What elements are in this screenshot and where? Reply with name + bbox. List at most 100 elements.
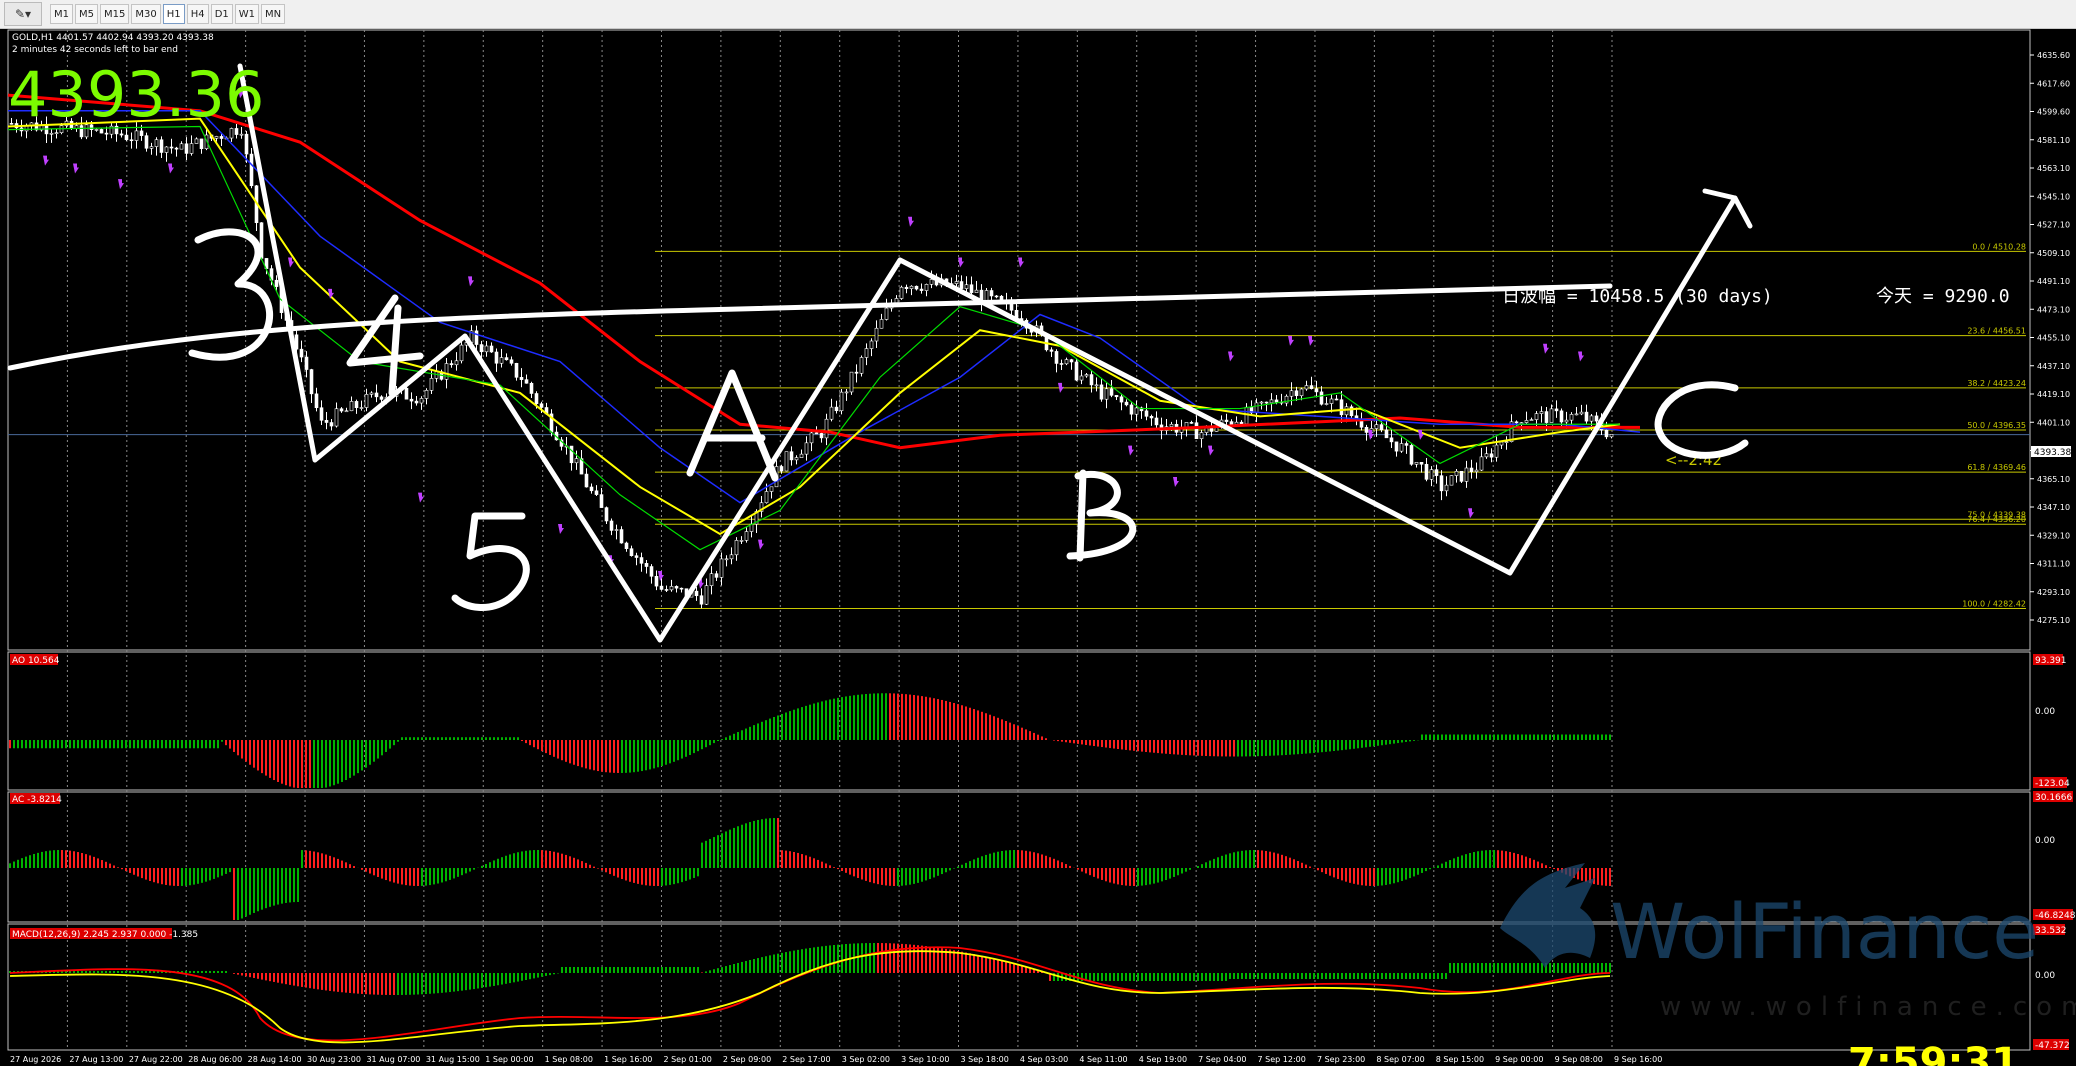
candle-body [724,558,729,561]
candle-body [744,531,749,541]
candle-body [954,281,959,284]
line-tool-icon: ✎▾ [14,7,32,21]
candle-body [784,451,789,472]
candle-body [519,377,524,380]
chart-area[interactable]: 0.0 / 4510.28 23.6 / 4456.51 38.2 / 4423.2… [0,28,2076,1066]
candle-body [504,357,509,361]
timeframe-m15[interactable]: M15 [100,4,130,24]
candle-body [804,442,809,455]
candle-body [1429,469,1434,480]
candle-body [624,542,629,549]
price-label: 4401.10 [2037,418,2070,427]
price-label: 4365.10 [2037,475,2070,484]
candle-body [669,586,674,591]
timeframe-h4[interactable]: H4 [186,4,209,24]
time-label: 31 Aug 15:00 [426,1055,480,1064]
bar-countdown: 2 minutes 42 seconds left to bar end [12,45,178,55]
timeframe-h1[interactable]: H1 [162,4,185,24]
candle-body [1514,421,1519,424]
candle-body [704,585,709,605]
candle-body [1239,421,1244,425]
price-label: 4419.10 [2037,390,2070,399]
fractal-arrow [1018,257,1024,268]
fractal-arrow [468,276,474,287]
ao-top: 93.391 [2035,656,2067,666]
candle-body [1529,419,1534,421]
candle-body [1499,441,1504,446]
time-label: 2 Sep 09:00 [723,1055,771,1064]
price-label: 4581.10 [2037,136,2070,145]
fib-label: 61.8 / 4369.46 [1967,463,2026,472]
time-label: 9 Sep 08:00 [1555,1055,1603,1064]
drawing-tools-button[interactable]: ✎▾ [4,2,42,26]
candle-body [1069,359,1074,363]
candle-body [404,387,409,400]
candle-body [589,486,594,492]
fib-label: 100.0 / 4282.42 [1962,600,2026,609]
candle-body [489,345,494,353]
candle-body [1374,424,1379,429]
candle-body [324,420,329,423]
candle-body [1464,467,1469,482]
candle-body [199,138,204,149]
candle-body [379,396,384,400]
candle-body [1424,463,1429,480]
candle-body [134,130,139,141]
time-label: 9 Sep 16:00 [1614,1055,1662,1064]
candle-body [304,356,309,370]
clock: 7:59:31 [1848,1040,2019,1066]
candle-body [869,340,874,349]
timeframe-d1[interactable]: D1 [210,4,233,24]
price-label: 4437.10 [2037,362,2070,371]
candle-body [1134,407,1139,415]
timeframe-m30[interactable]: M30 [131,4,161,24]
candle-body [1169,423,1174,428]
candle-body [764,491,769,504]
candle-body [844,391,849,394]
candle-body [994,295,999,298]
time-label: 27 Aug 2026 [10,1055,61,1064]
candle-body [129,139,134,142]
macd-label: MACD(12,26,9) 2.245 2.937 0.000 -1.385 [12,930,198,940]
candle-body [1269,399,1274,404]
candle-body [514,363,519,378]
candle-body [1244,406,1249,425]
candle-body [1059,363,1064,365]
price-label: 4599.60 [2037,108,2070,117]
candle-body [1534,413,1539,420]
time-label: 4 Sep 11:00 [1079,1055,1127,1064]
price-label: 4329.10 [2037,531,2070,540]
price-label: 4275.10 [2037,616,2070,625]
candle-body [319,407,324,421]
candle-body [794,457,799,461]
time-label: 1 Sep 08:00 [545,1055,593,1064]
timeframe-m5[interactable]: M5 [75,4,98,24]
candle-body [419,398,424,404]
candle-body [649,566,654,577]
time-label: 30 Aug 23:00 [307,1055,361,1064]
candle-body [484,345,489,353]
candle-body [1289,390,1294,397]
ao-pane-frame [7,651,2031,791]
candle-body [239,133,244,136]
main-pane-frame [7,29,2031,651]
candle-body [54,132,59,134]
time-label: 31 Aug 07:00 [366,1055,420,1064]
wolf-logo-icon [1500,863,1596,968]
hand-drawn-waves [7,63,1753,643]
big-price: 4393.36 [8,58,264,131]
price-label: 4347.10 [2037,503,2070,512]
time-label: 2 Sep 17:00 [782,1055,830,1064]
timeframe-mn[interactable]: MN [261,4,286,24]
fractal-arrow [1543,343,1549,354]
candle-body [479,344,484,353]
price-label: 4293.10 [2037,588,2070,597]
timeframe-m1[interactable]: M1 [50,4,73,24]
timeframe-w1[interactable]: W1 [234,4,260,24]
ao-histogram [9,693,1611,788]
candle-body [909,285,914,289]
candle-body [879,319,884,329]
candle-body [1444,484,1449,492]
fib-label: 50.0 / 4396.35 [1967,421,2026,430]
candle-body [359,407,364,409]
